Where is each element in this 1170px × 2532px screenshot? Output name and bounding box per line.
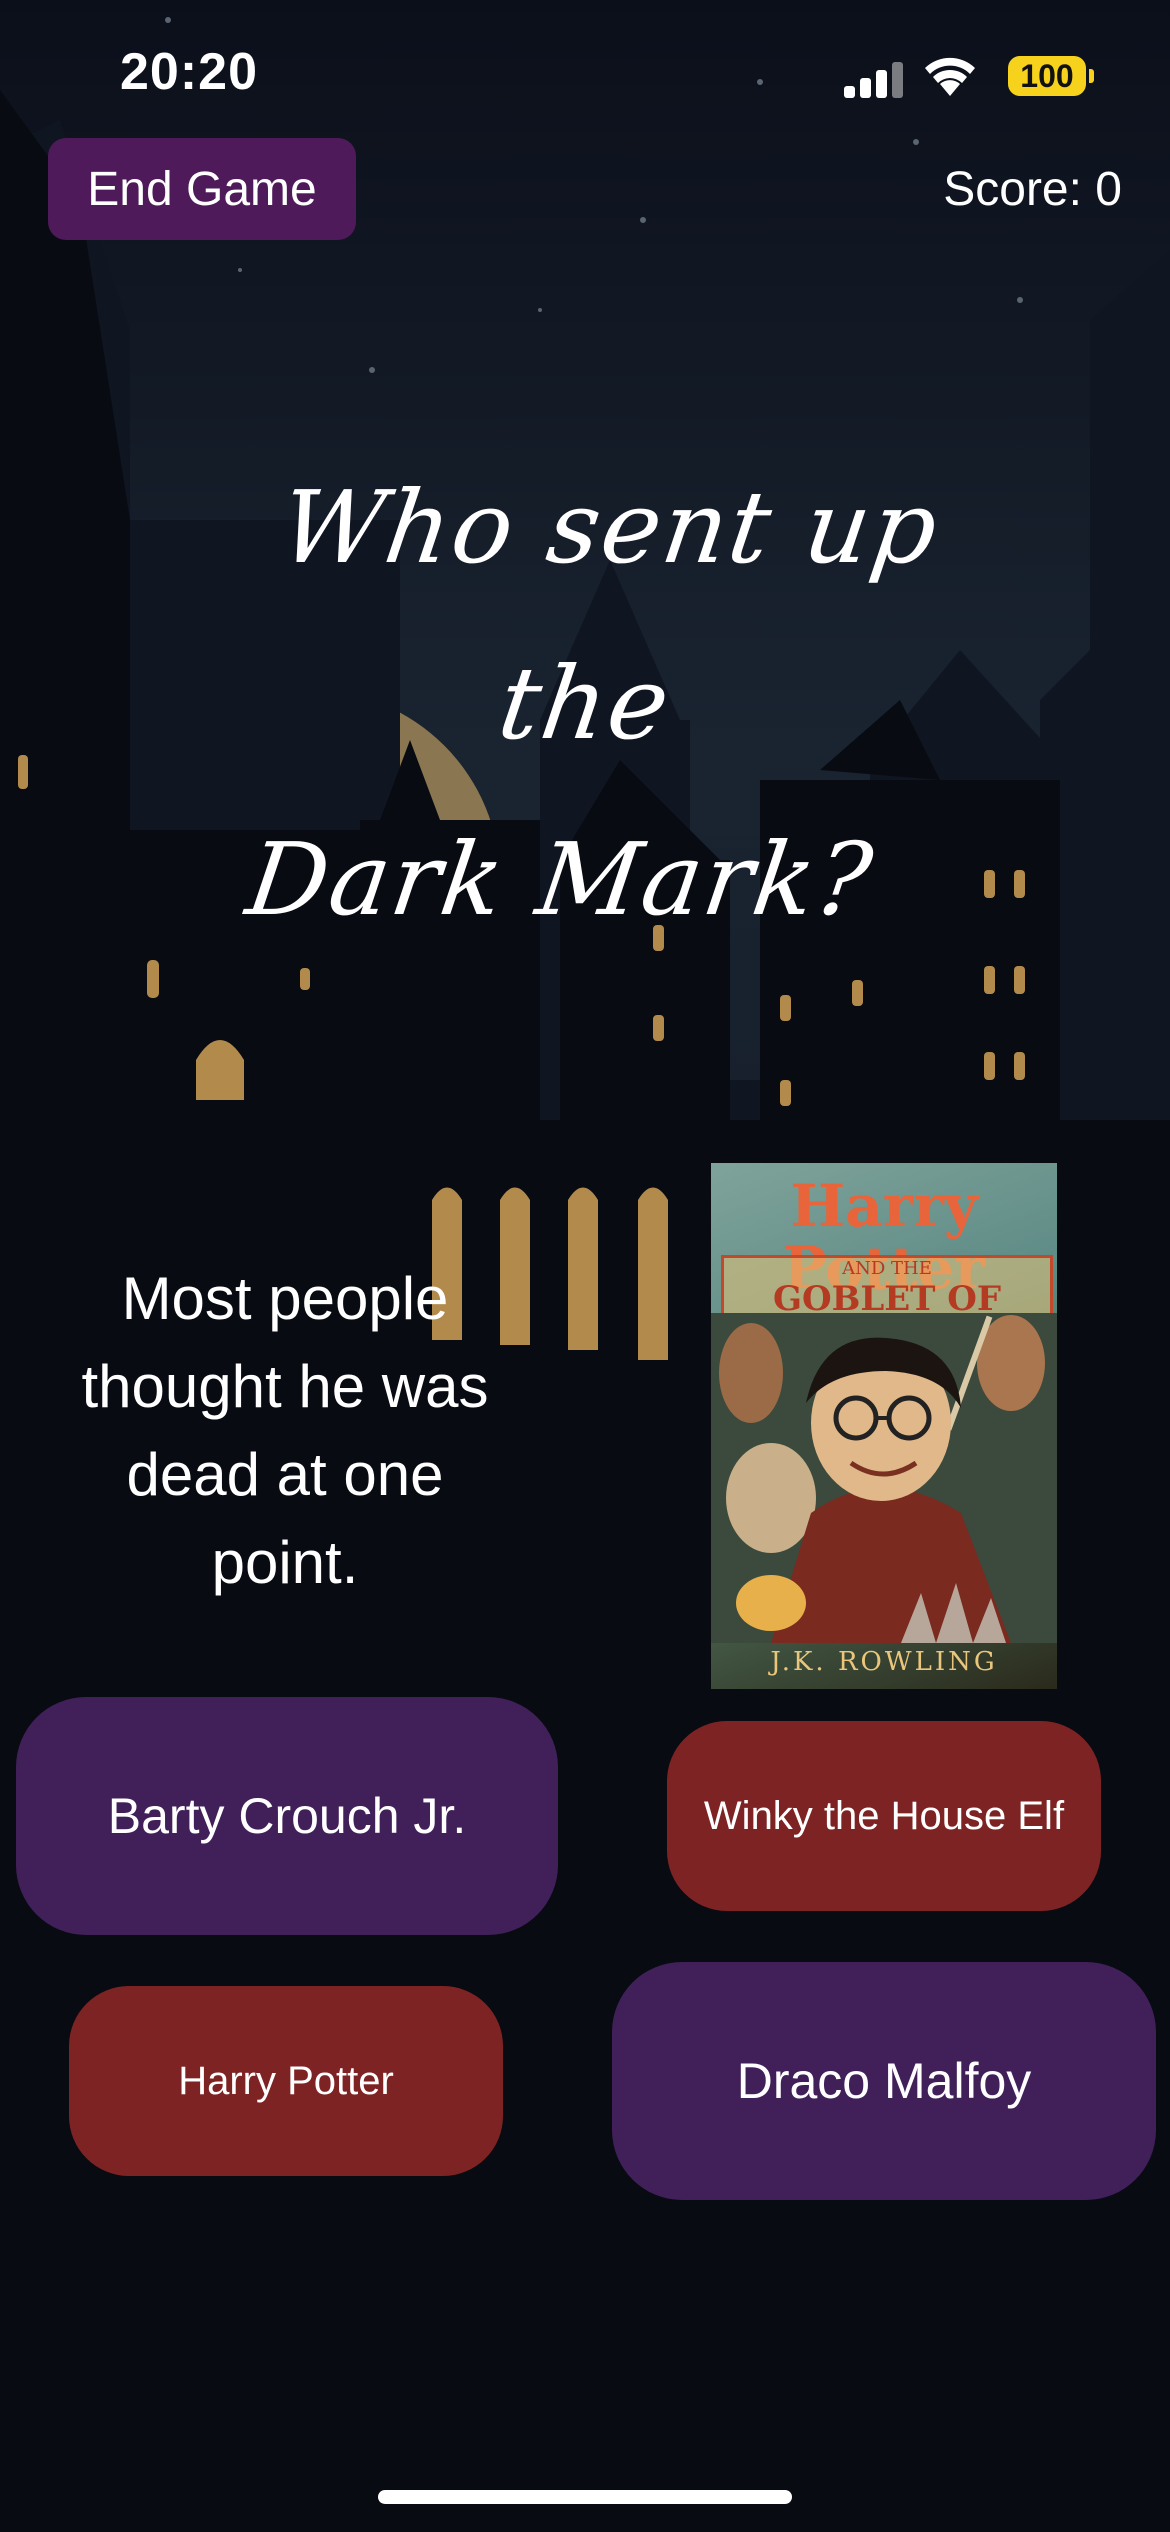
- status-time: 20:20: [120, 43, 258, 101]
- home-indicator[interactable]: [378, 2490, 792, 2504]
- hint-text: Most people thought he was dead at one p…: [81, 1265, 489, 1596]
- book-cover-illustration: [711, 1313, 1057, 1643]
- answer-button-draco-malfoy[interactable]: Draco Malfoy: [612, 1962, 1156, 2200]
- question-line-2: Dark Mark?: [240, 821, 881, 938]
- answer-button-barty-crouch-jr[interactable]: Barty Crouch Jr.: [16, 1697, 558, 1935]
- book-cover-image: Harry Potter AND THE GOBLET OF FIRE J.K.…: [711, 1163, 1057, 1689]
- end-game-button[interactable]: End Game: [48, 138, 356, 240]
- battery-icon: 100: [1008, 56, 1094, 96]
- score-display: Score: 0: [943, 163, 1122, 216]
- question-title: Who sent up the Dark Mark?: [163, 440, 1007, 968]
- answer-button-winky[interactable]: Winky the House Elf: [667, 1721, 1101, 1911]
- answer-button-harry-potter[interactable]: Harry Potter: [69, 1986, 503, 2176]
- book-cover-author: J.K. ROWLING: [770, 1647, 998, 1677]
- book-cover-subtitle-small: AND THE: [842, 1258, 932, 1279]
- cellular-signal-icon: [844, 60, 904, 98]
- wifi-icon: [925, 57, 975, 96]
- question-line-1: Who sent up the: [273, 469, 947, 762]
